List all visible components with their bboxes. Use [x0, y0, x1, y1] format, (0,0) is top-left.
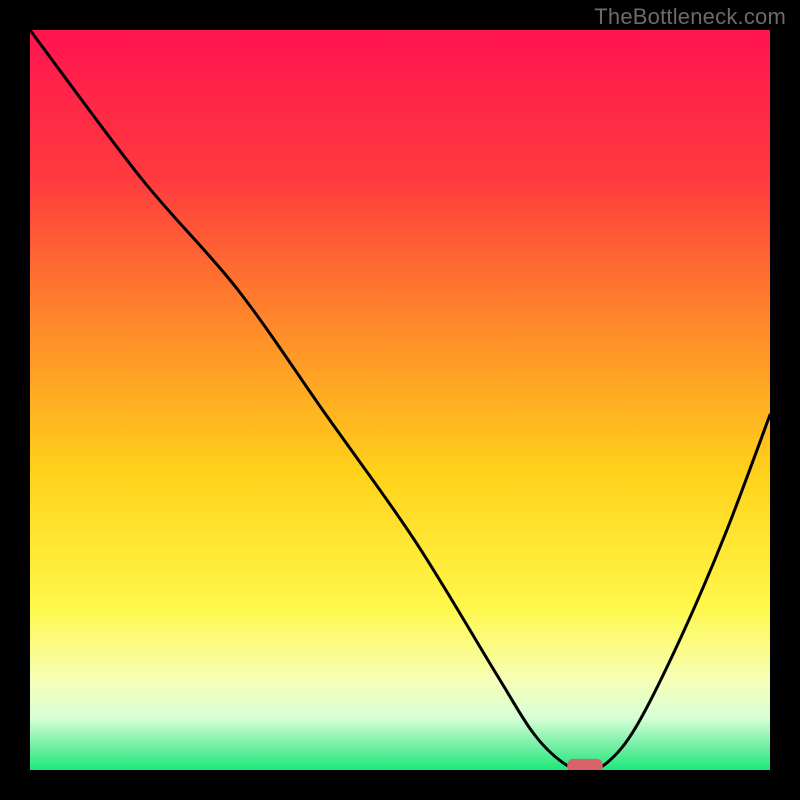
optimum-marker — [567, 759, 603, 770]
chart-svg — [30, 30, 770, 770]
chart-plot — [30, 30, 770, 770]
watermark-text: TheBottleneck.com — [594, 4, 786, 30]
chart-frame: TheBottleneck.com — [0, 0, 800, 800]
gradient-background — [30, 30, 770, 770]
